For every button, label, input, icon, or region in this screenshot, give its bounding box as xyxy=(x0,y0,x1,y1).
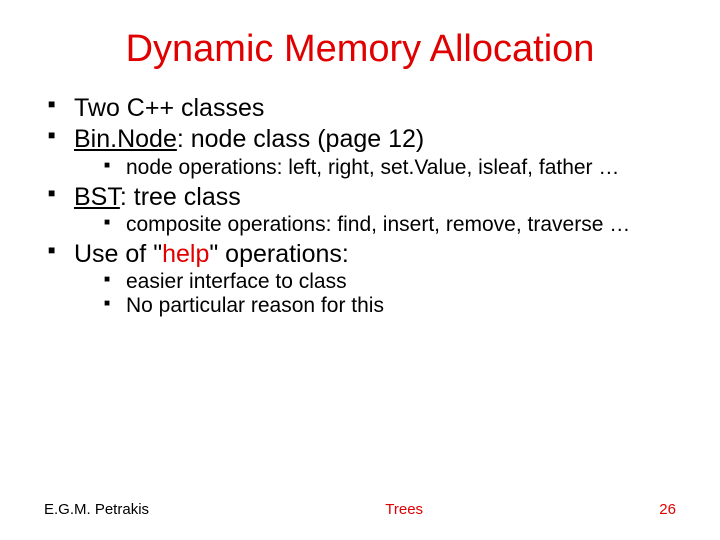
sub-bullet-item: node operations: left, right, set.Value,… xyxy=(104,156,676,180)
bullet-text: Two C++ classes xyxy=(74,94,264,122)
sub-bullet-item: easier interface to class xyxy=(104,270,676,294)
footer-topic: Trees xyxy=(385,501,423,518)
bullet-text: Use of " xyxy=(74,240,162,268)
sub-bullet-item: No particular reason for this xyxy=(104,294,676,318)
bullet-list: Two C++ classes Bin.Node: node class (pa… xyxy=(44,93,676,319)
bullet-text: : tree class xyxy=(120,183,241,211)
sub-bullet-text: No particular reason for this xyxy=(126,294,384,317)
sub-bullet-text: composite operations: find, insert, remo… xyxy=(126,213,630,236)
bullet-text-underline: BST xyxy=(74,183,120,211)
bullet-text-underline: Bin.Node xyxy=(74,125,177,153)
footer-author: E.G.M. Petrakis xyxy=(44,501,149,518)
bullet-text-emphasis: help xyxy=(162,240,209,268)
slide-footer: E.G.M. Petrakis Trees 26 xyxy=(0,501,720,518)
sub-bullet-item: composite operations: find, insert, remo… xyxy=(104,213,676,237)
bullet-item: Bin.Node: node class (page 12) node oper… xyxy=(48,124,676,179)
sub-bullet-text: easier interface to class xyxy=(126,270,347,293)
sub-bullet-list: node operations: left, right, set.Value,… xyxy=(74,156,676,180)
bullet-item: BST: tree class composite operations: fi… xyxy=(48,182,676,237)
bullet-item: Use of "help" operations: easier interfa… xyxy=(48,239,676,319)
sub-bullet-list: composite operations: find, insert, remo… xyxy=(74,213,676,237)
bullet-text: " operations: xyxy=(209,240,349,268)
sub-bullet-list: easier interface to class No particular … xyxy=(74,270,676,318)
footer-page-number: 26 xyxy=(659,501,676,518)
slide-title: Dynamic Memory Allocation xyxy=(44,28,676,71)
bullet-item: Two C++ classes xyxy=(48,93,676,124)
sub-bullet-text: node operations: left, right, set.Value,… xyxy=(126,156,619,179)
slide: Dynamic Memory Allocation Two C++ classe… xyxy=(0,0,720,540)
bullet-text: : node class (page 12) xyxy=(177,125,424,153)
